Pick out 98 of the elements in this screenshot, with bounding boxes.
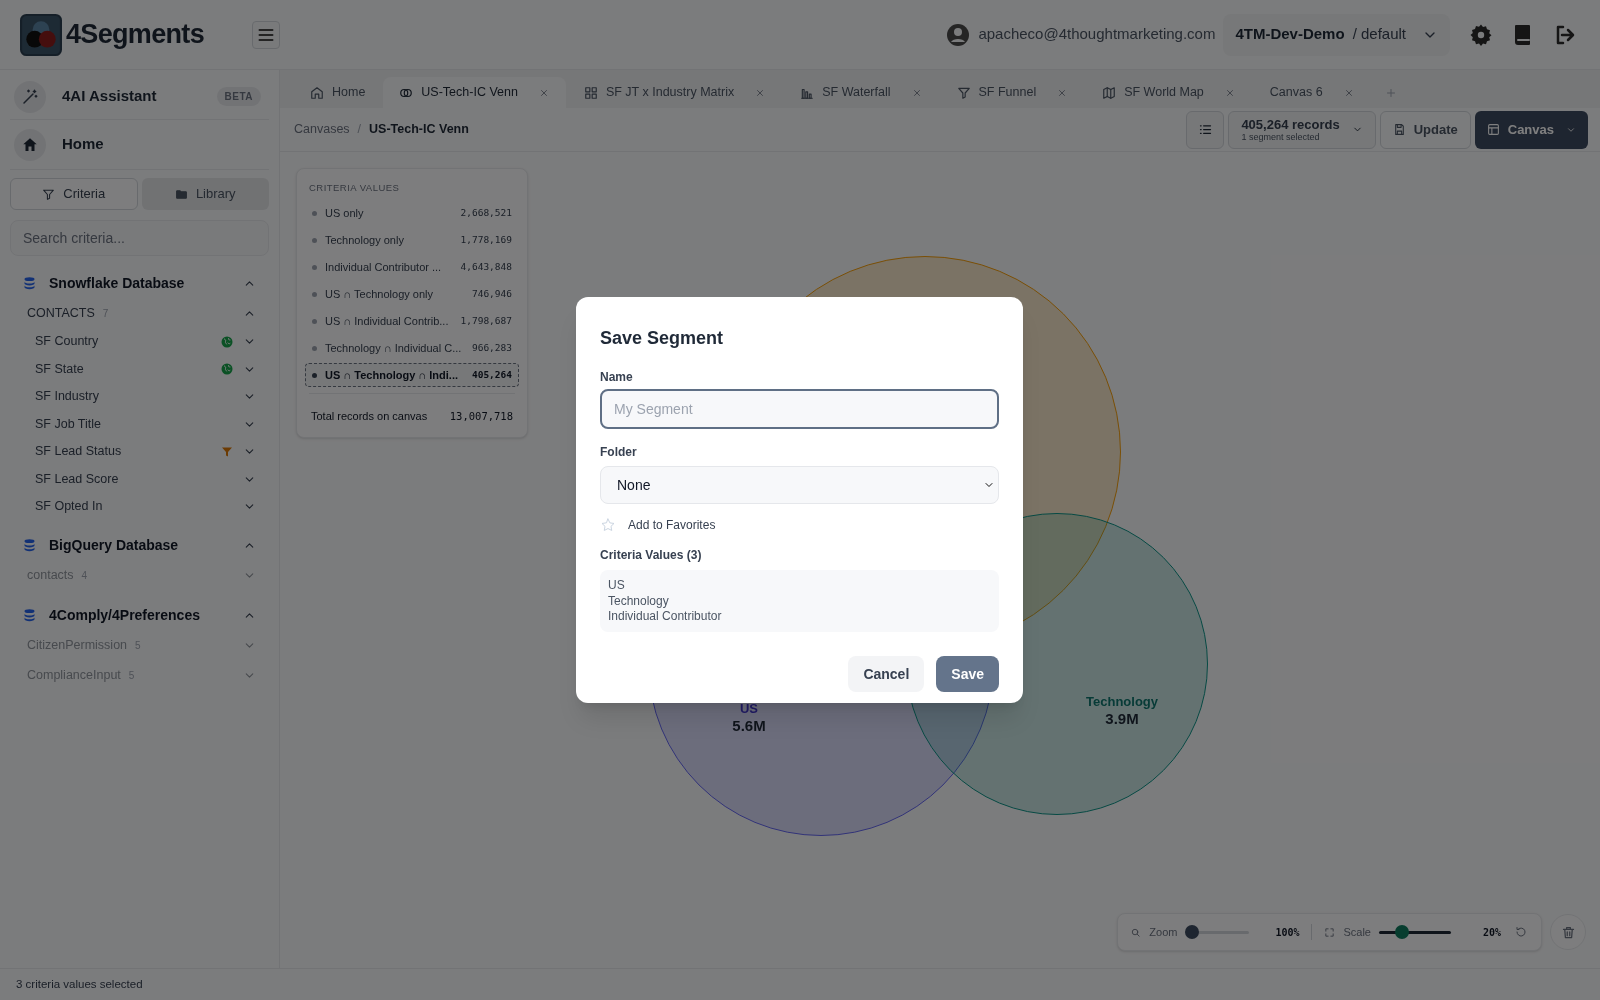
database-name: 4Comply/4Preferences	[49, 606, 201, 625]
criteria-field[interactable]: SF State	[35, 359, 221, 379]
criteria-value: Technology	[608, 593, 670, 609]
criteria-value-row[interactable]: US only 2,668,521	[305, 201, 519, 226]
folder-icon	[174, 187, 188, 201]
database-name: BigQuery Database	[49, 536, 180, 555]
delete-button[interactable]	[1550, 914, 1586, 950]
total-label: Total records on canvas	[311, 409, 429, 425]
save-button[interactable]: Save	[936, 656, 999, 692]
canvas-menu-button[interactable]: Canvas	[1474, 110, 1588, 149]
funnel-icon	[956, 85, 971, 100]
criteria-value-row[interactable]: US ∩ Technology ∩ Indi... 405,264	[305, 363, 519, 388]
scale-label: Scale	[1343, 924, 1371, 940]
close-icon	[1057, 87, 1068, 98]
canvas-tab[interactable]: US-Tech-IC Venn	[383, 77, 566, 108]
wand-drawing	[21, 87, 39, 106]
database-icon	[22, 608, 37, 623]
logo-icon	[20, 13, 62, 56]
zoom-reading: 100%	[1274, 925, 1300, 940]
table-name[interactable]: CONTACTS	[27, 303, 95, 323]
field-label: Folder	[600, 444, 638, 461]
settings-icon	[1469, 22, 1493, 47]
venn-label: Technology	[1086, 694, 1158, 711]
criteria-value-row[interactable]: Technology ∩ Individual C... 966,283	[305, 336, 519, 361]
search-field[interactable]: Search criteria...	[10, 220, 269, 256]
filter-icon	[221, 445, 233, 458]
grid-icon	[583, 85, 598, 100]
menu-button[interactable]	[252, 20, 280, 49]
zoom-slider-thumb[interactable]	[1185, 925, 1200, 939]
criteria-field[interactable]: SF Lead Status	[35, 442, 221, 462]
view-tab[interactable]: Criteria	[10, 178, 138, 210]
canvas-tab[interactable]: SF JT x Industry Matrix	[567, 77, 783, 108]
beta-badge: BETA	[216, 87, 261, 106]
favorites-toggle[interactable]: Add to Favorites	[628, 516, 716, 534]
records-dropdown[interactable]: 405,264 records 1 segment selected	[1228, 110, 1376, 149]
dialog-title: Save Segment	[600, 327, 725, 350]
canvas-tab[interactable]: Home	[294, 77, 382, 108]
user-email: apacheco@4thoughtmarketing.com	[978, 24, 1216, 45]
star-outline-icon[interactable]	[600, 517, 616, 533]
reset-button[interactable]	[1513, 924, 1529, 940]
criteria-field[interactable]: SF Opted In	[35, 497, 241, 517]
user-avatar-icon	[946, 22, 971, 47]
home-link[interactable]: Home	[62, 133, 104, 156]
close-icon	[1343, 87, 1354, 98]
total-value: 13,007,718	[449, 408, 513, 424]
criteria-field[interactable]: SF Lead Score	[35, 469, 241, 489]
scale-slider-thumb[interactable]	[1394, 925, 1409, 939]
database-name: Snowflake Database	[49, 273, 186, 293]
map-icon	[1102, 85, 1117, 100]
field-label: Criteria Values (3)	[600, 547, 703, 564]
criteria-value-row[interactable]: US ∩ Technology only 746,946	[305, 282, 519, 307]
assistant-link[interactable]: 4AI Assistant	[62, 85, 217, 108]
close-icon	[755, 87, 766, 98]
zoom-slider[interactable]	[1185, 925, 1250, 939]
expand-icon	[1324, 926, 1336, 938]
breadcrumb-link[interactable]: Canvases	[294, 120, 350, 139]
list-view-button[interactable]	[1186, 110, 1225, 149]
database-icon	[22, 275, 37, 291]
house-icon	[310, 85, 324, 100]
field-label: Name	[600, 369, 634, 386]
database-icon	[22, 538, 37, 553]
venn-count: 3.9M	[1105, 710, 1139, 729]
canvas-tab[interactable]: SF World Map	[1086, 77, 1252, 108]
criteria-value-row[interactable]: US ∩ Individual Contrib... 1,798,687	[305, 309, 519, 334]
criteria-value: US	[608, 578, 626, 594]
close-icon	[911, 87, 922, 98]
canvas-tab[interactable]: SF Waterfall	[784, 77, 939, 108]
criteria-field[interactable]: SF Country	[35, 332, 221, 352]
update-button[interactable]: Update	[1379, 110, 1471, 149]
view-tab[interactable]: Library	[141, 178, 269, 210]
criteria-value: Individual Contributor	[608, 609, 723, 625]
folder-dropdown[interactable]: None	[600, 466, 999, 504]
venn-label: US	[739, 701, 758, 718]
zoom-label: Zoom	[1149, 924, 1178, 940]
breadcrumb-separator: /	[357, 121, 362, 139]
layout-icon	[1486, 123, 1500, 136]
canvas-tab[interactable]: SF Funnel	[940, 77, 1085, 108]
canvas-tab[interactable]: Canvas 6	[1253, 77, 1371, 108]
close-icon	[538, 87, 549, 98]
criteria-value-row[interactable]: Technology only 1,778,169	[305, 228, 519, 253]
funnel-icon	[42, 187, 56, 201]
name-field[interactable]: My Segment	[600, 389, 999, 429]
criteria-field[interactable]: SF Job Title	[35, 414, 241, 434]
search-icon	[1130, 926, 1142, 938]
scale-slider[interactable]	[1379, 925, 1451, 939]
scale-reading: 20%	[1481, 925, 1501, 940]
cancel-button[interactable]: Cancel	[848, 656, 925, 692]
workspace-selector[interactable]: 4TM-Dev-Demo / default	[1223, 13, 1450, 56]
venn-count: 5.6M	[732, 717, 766, 736]
panel-title: CRITERIA VALUES	[308, 181, 401, 195]
list-icon	[1197, 122, 1213, 137]
criteria-field[interactable]: SF Industry	[35, 387, 241, 407]
plus-icon	[1384, 86, 1397, 99]
trash-icon	[1560, 924, 1576, 940]
close-icon	[1224, 87, 1235, 98]
reset-icon	[1515, 926, 1527, 938]
app-logo-text: 4Segments	[66, 18, 204, 52]
criteria-value-row[interactable]: Individual Contributor ... 4,643,848	[305, 255, 519, 280]
